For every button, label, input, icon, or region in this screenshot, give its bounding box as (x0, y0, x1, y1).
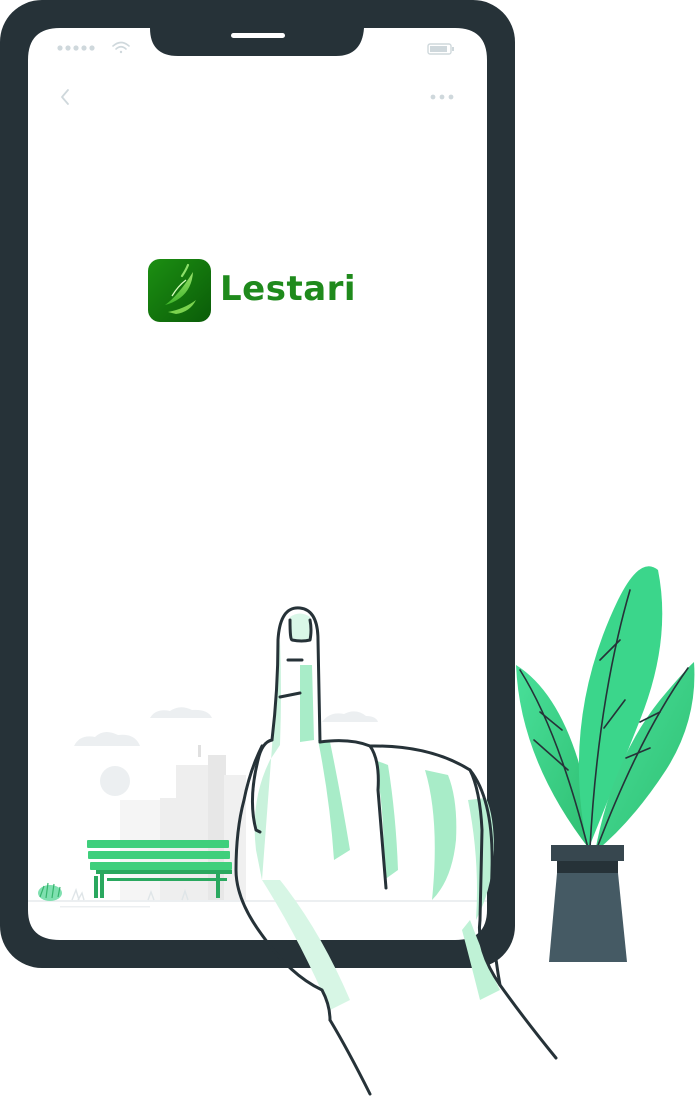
potted-plant (516, 566, 695, 962)
speaker-grille (231, 33, 285, 38)
more-dots-icon[interactable] (430, 94, 454, 100)
leaf-logo-icon (148, 259, 211, 322)
phone-mockup-scene: Lestari (0, 0, 697, 1101)
illustration (0, 0, 695, 1096)
app-name: Lestari (220, 269, 357, 309)
